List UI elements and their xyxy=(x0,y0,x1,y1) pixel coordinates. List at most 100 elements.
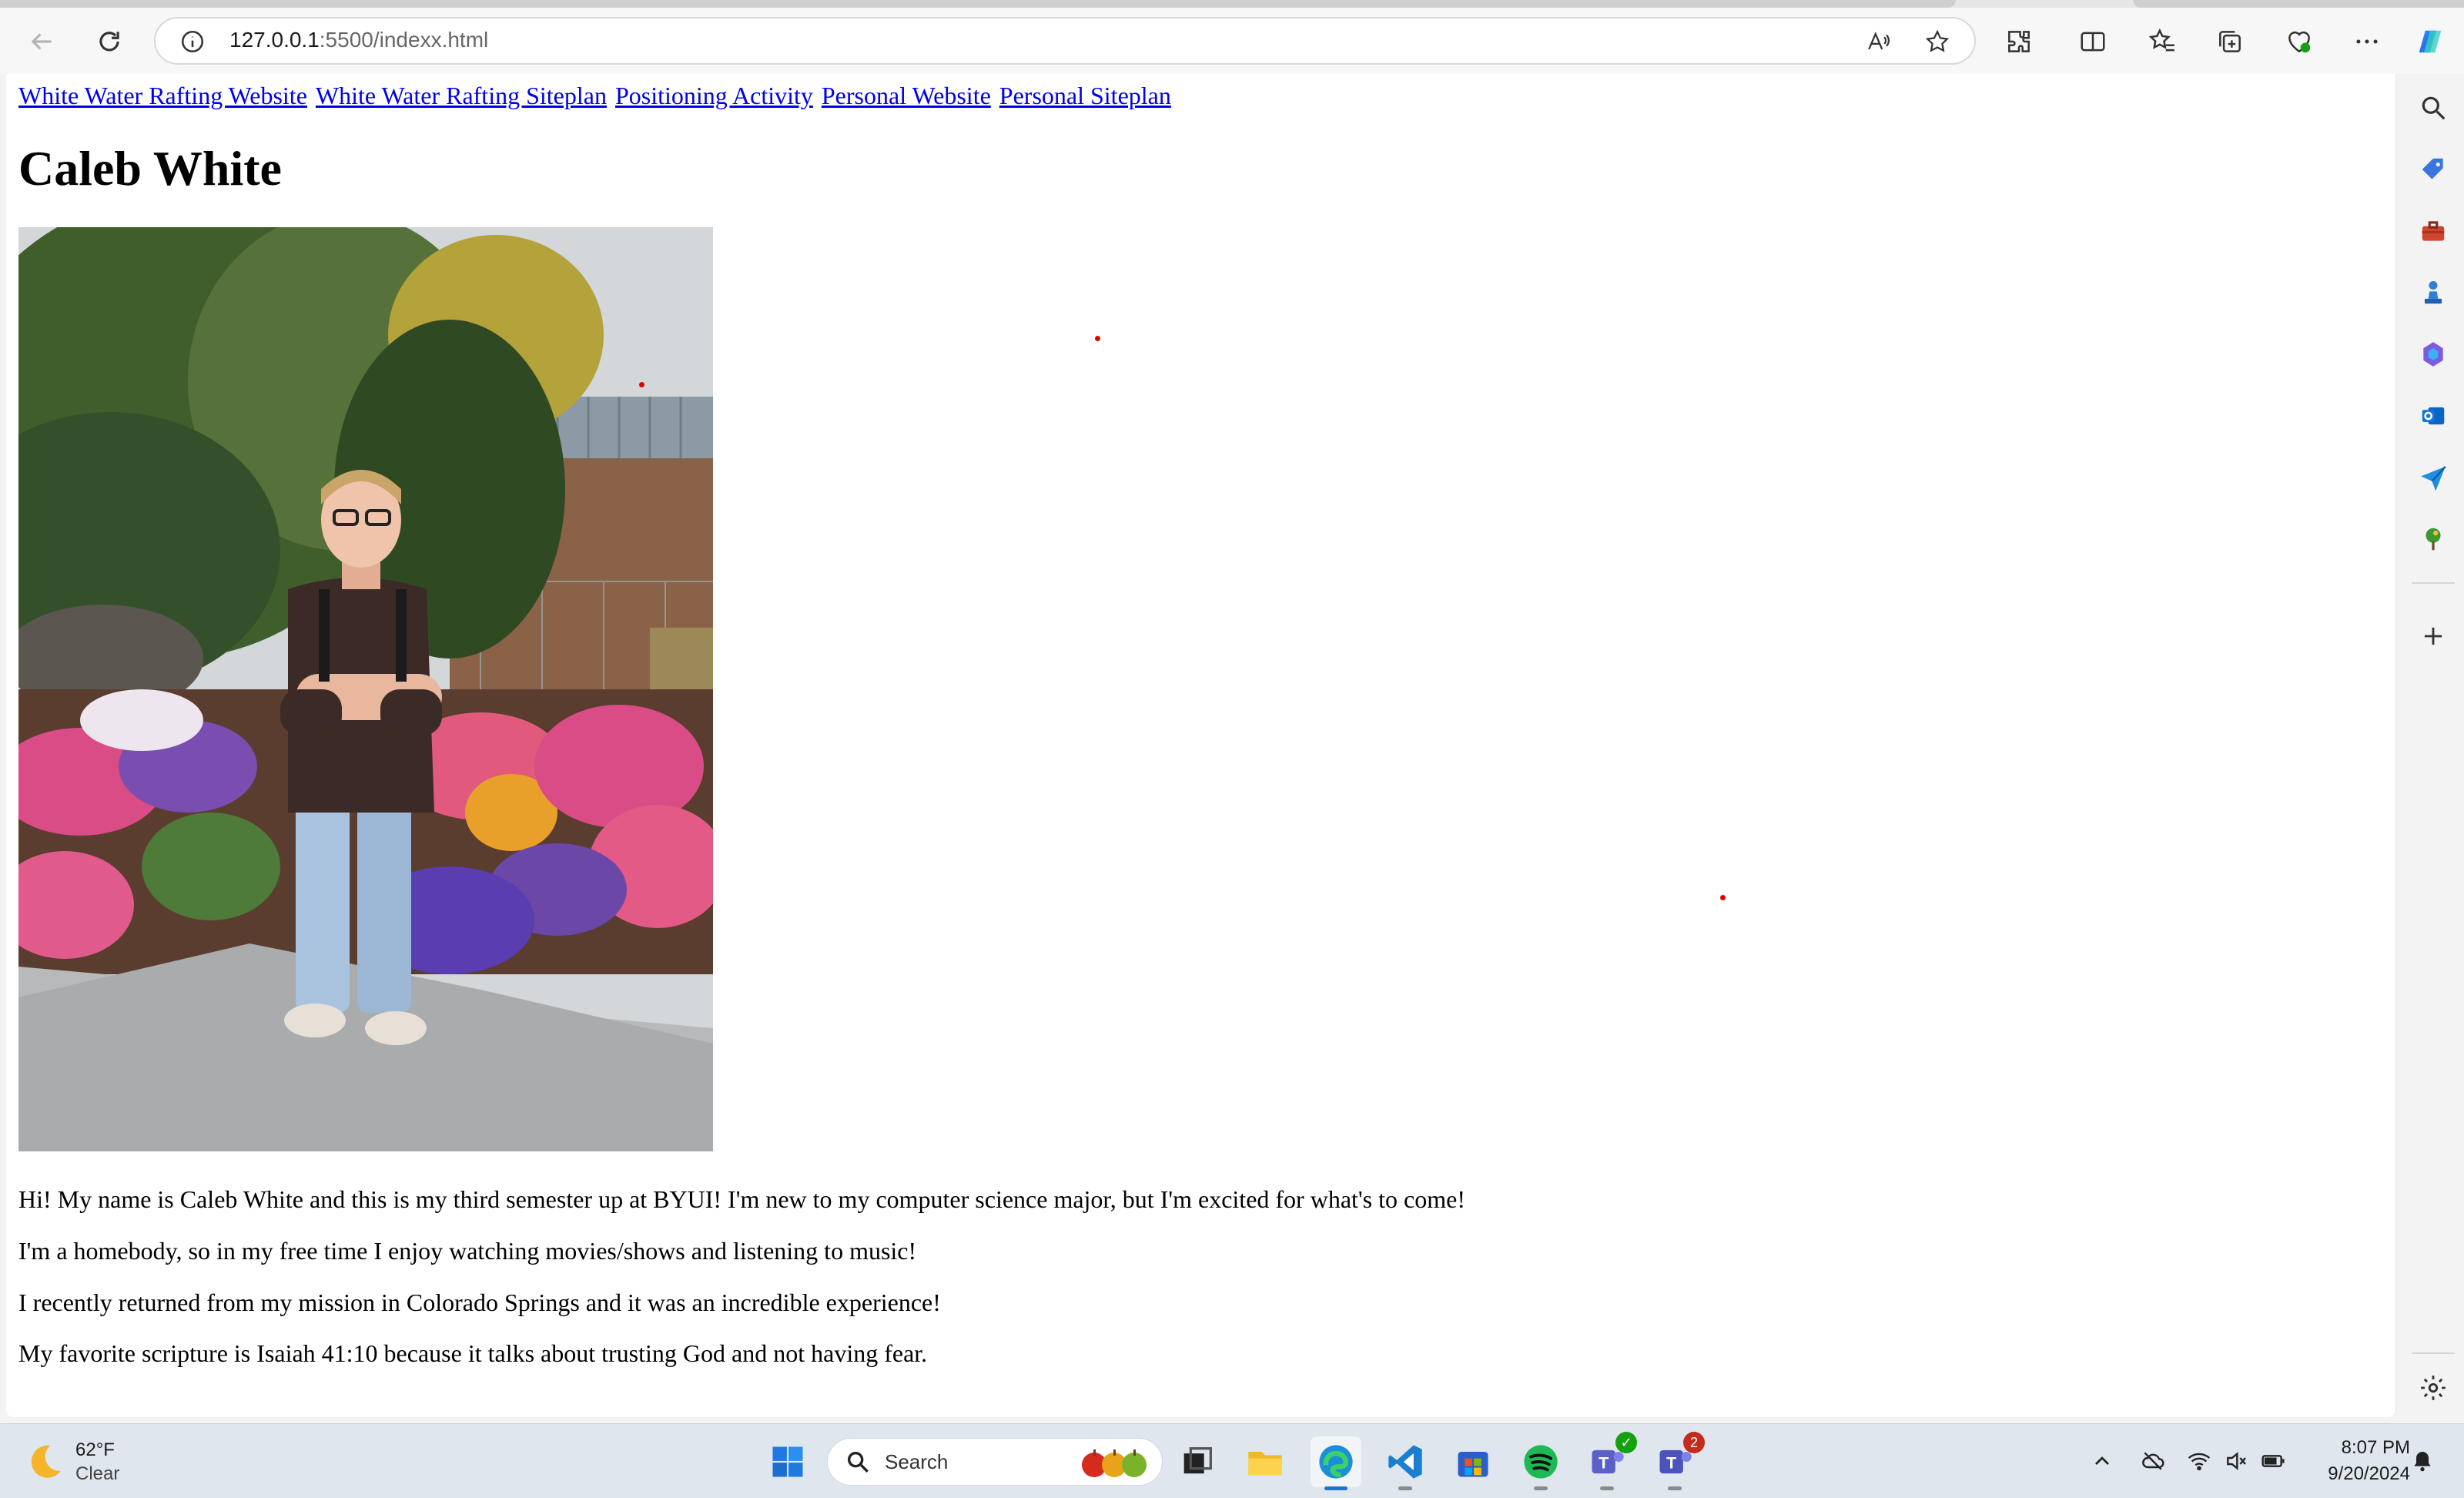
paper-plane-icon xyxy=(2421,465,2446,491)
microsoft-store-button[interactable] xyxy=(1448,1436,1498,1487)
notification-count-badge: 2 xyxy=(1683,1432,1705,1453)
red-dot-marker xyxy=(639,382,644,387)
tree-icon xyxy=(2426,528,2441,551)
nav-link-positioning-activity[interactable]: Positioning Activity xyxy=(615,82,813,109)
apples-icon xyxy=(1082,1449,1147,1477)
more-options-button[interactable] xyxy=(2344,18,2390,65)
wifi-tray-button[interactable] xyxy=(2182,1444,2216,1478)
tab-strip xyxy=(0,0,2464,8)
running-indicator xyxy=(1534,1486,1548,1490)
show-hidden-icons-button[interactable] xyxy=(2085,1444,2119,1478)
microsoft-365-icon xyxy=(2423,342,2443,367)
nav-link-rafting-website[interactable]: White Water Rafting Website xyxy=(18,82,307,109)
folder-icon xyxy=(1248,1452,1282,1476)
url-host: 127.0.0.1 xyxy=(229,28,320,52)
battery-tray-button[interactable] xyxy=(2256,1444,2290,1478)
shopping-tag-icon xyxy=(2422,158,2443,179)
sidebar-send-button[interactable] xyxy=(2413,457,2453,498)
clock-time: 8:07 PM xyxy=(2341,1437,2410,1458)
moon-icon xyxy=(31,1445,61,1478)
refresh-button[interactable] xyxy=(86,18,132,65)
sidebar-shopping-button[interactable] xyxy=(2413,149,2453,189)
sidebar-divider xyxy=(2412,582,2455,584)
sidebar-games-button[interactable] xyxy=(2413,273,2453,313)
back-arrow-icon xyxy=(31,33,52,50)
edge-icon xyxy=(1319,1445,1353,1479)
wifi-icon xyxy=(2188,1453,2211,1471)
vscode-icon xyxy=(1388,1445,1422,1479)
red-dot-marker xyxy=(1095,336,1100,341)
tab-strip-right xyxy=(2133,0,2464,8)
back-button[interactable] xyxy=(18,18,65,65)
active-indicator xyxy=(1324,1486,1348,1490)
collections-icon xyxy=(2219,31,2241,52)
mission-paragraph: I recently returned from my mission in C… xyxy=(18,1288,941,1316)
address-bar[interactable]: 127.0.0.1:5500/indexx.html xyxy=(154,17,1976,65)
scripture-paragraph: My favorite scripture is Isaiah 41:10 be… xyxy=(18,1339,928,1368)
ellipsis-icon xyxy=(2356,39,2378,44)
sidebar-settings-button[interactable] xyxy=(2413,1368,2453,1408)
puzzle-icon xyxy=(2008,31,2030,52)
running-indicator xyxy=(1668,1486,1682,1490)
taskbar-search[interactable]: Search xyxy=(827,1438,1163,1486)
browser-essentials-button[interactable] xyxy=(2276,18,2322,65)
notifications-button[interactable] xyxy=(2405,1444,2439,1478)
page-title: Caleb White xyxy=(18,141,282,196)
volume-muted-icon xyxy=(2227,1452,2246,1470)
teams-work-button[interactable]: T 2 xyxy=(1649,1432,1705,1490)
browser-toolbar: 127.0.0.1:5500/indexx.html xyxy=(0,8,2464,74)
spotify-button[interactable] xyxy=(1515,1436,1566,1490)
heart-pulse-icon xyxy=(2288,31,2311,53)
taskbar-clock[interactable]: 8:07 PM 9/20/2024 xyxy=(2295,1435,2410,1486)
task-view-icon xyxy=(1183,1447,1212,1474)
sidebar-outlook-button[interactable] xyxy=(2413,396,2453,436)
page-viewport: White Water Rafting Website White Water … xyxy=(6,74,2396,1417)
collections-button[interactable] xyxy=(2207,18,2253,65)
site-info-icon[interactable] xyxy=(177,26,208,57)
edge-taskbar-button[interactable] xyxy=(1311,1436,1361,1490)
volume-tray-button[interactable] xyxy=(2219,1444,2253,1478)
copilot-icon xyxy=(2419,30,2442,53)
favorite-star-icon[interactable] xyxy=(1920,26,1954,57)
split-screen-icon xyxy=(2081,32,2105,52)
cloud-off-icon xyxy=(2142,1452,2164,1470)
task-view-button[interactable] xyxy=(1172,1436,1223,1487)
vscode-button[interactable] xyxy=(1380,1436,1431,1490)
search-label: Search xyxy=(885,1449,949,1473)
weather-condition: Clear xyxy=(75,1463,120,1484)
page-content: White Water Rafting Website White Water … xyxy=(18,82,2390,1368)
sidebar-tree-button[interactable] xyxy=(2413,519,2453,559)
url-text[interactable]: 127.0.0.1:5500/indexx.html xyxy=(229,28,488,52)
chess-pawn-icon xyxy=(2424,280,2442,304)
clock-date: 9/20/2024 xyxy=(2328,1463,2410,1484)
chevron-up-icon xyxy=(2095,1456,2109,1465)
running-indicator xyxy=(1398,1486,1412,1490)
outlook-icon xyxy=(2422,407,2445,425)
read-aloud-icon[interactable] xyxy=(1862,26,1896,57)
nav-link-personal-siteplan[interactable]: Personal Siteplan xyxy=(999,82,1171,109)
sidebar-tools-button[interactable] xyxy=(2413,211,2453,251)
status-check-badge: ✓ xyxy=(1615,1432,1637,1453)
windows-logo-icon xyxy=(772,1446,803,1477)
nav-link-personal-website[interactable]: Personal Website xyxy=(822,82,991,109)
bell-icon xyxy=(2414,1452,2431,1472)
edge-sidebar xyxy=(2402,74,2464,1417)
nav-link-rafting-siteplan[interactable]: White Water Rafting Siteplan xyxy=(316,82,607,109)
extensions-button[interactable] xyxy=(1996,18,2042,65)
active-tab[interactable] xyxy=(0,0,1956,8)
sidebar-add-button[interactable] xyxy=(2413,616,2453,656)
gear-icon xyxy=(2421,1376,2446,1400)
sidebar-copilot-button[interactable] xyxy=(2413,334,2453,374)
onedrive-tray-button[interactable] xyxy=(2136,1444,2170,1478)
sidebar-search-button[interactable] xyxy=(2413,88,2453,128)
profile-photo-illustration xyxy=(18,227,713,1151)
copilot-button[interactable] xyxy=(2407,18,2453,65)
start-button[interactable] xyxy=(762,1436,813,1487)
favorites-button[interactable] xyxy=(2139,18,2185,65)
toolbox-icon xyxy=(2422,221,2445,241)
battery-icon xyxy=(2261,1455,2285,1467)
teams-personal-button[interactable]: T ✓ xyxy=(1582,1432,1637,1490)
file-explorer-button[interactable] xyxy=(1240,1436,1291,1487)
split-screen-button[interactable] xyxy=(2070,18,2116,65)
weather-widget[interactable]: 62°F Clear xyxy=(23,1435,119,1489)
